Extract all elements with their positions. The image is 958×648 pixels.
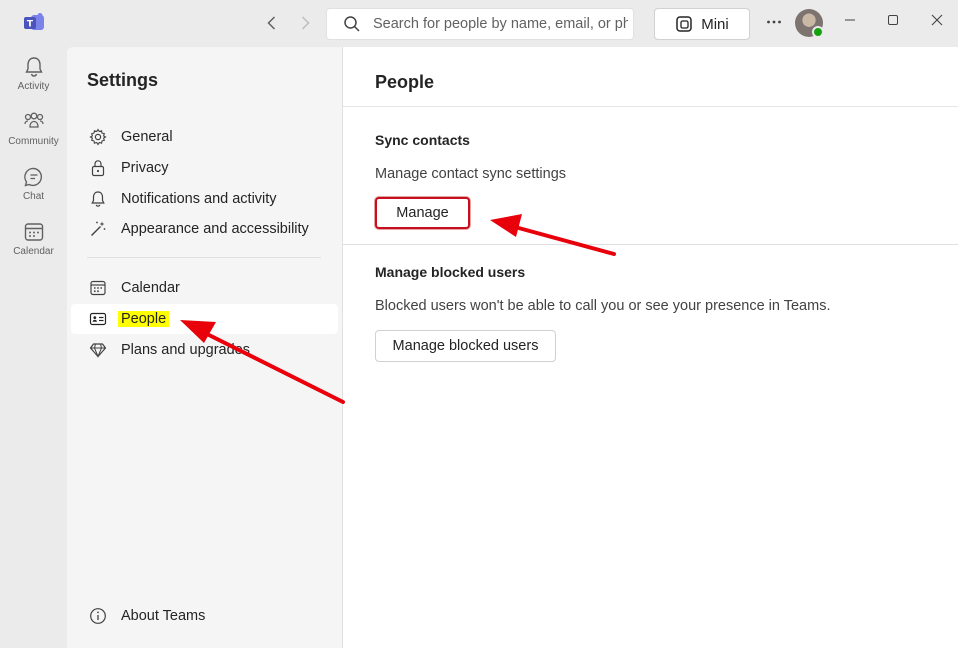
sync-contacts-description: Manage contact sync settings xyxy=(375,166,567,182)
settings-pane: Settings General Privacy Notifications a… xyxy=(67,47,343,648)
close-button[interactable] xyxy=(925,12,949,34)
maximize-button[interactable] xyxy=(881,12,905,34)
teams-logo-icon: T xyxy=(22,12,46,34)
close-icon xyxy=(931,14,943,26)
section-divider xyxy=(343,244,958,245)
blocked-users-title: Manage blocked users xyxy=(375,264,526,280)
diamond-icon xyxy=(89,341,107,359)
settings-item-calendar[interactable]: Calendar xyxy=(71,273,338,303)
settings-item-label: Calendar xyxy=(121,280,180,296)
settings-item-people[interactable]: People xyxy=(71,304,338,334)
mini-button[interactable]: Mini xyxy=(654,8,750,40)
mini-window-icon xyxy=(676,16,692,32)
calendar-icon xyxy=(24,223,43,241)
rail-label: Calendar xyxy=(13,246,54,257)
manage-blocked-users-button[interactable]: Manage blocked users xyxy=(375,330,556,362)
rail-item-calendar[interactable]: Calendar xyxy=(0,220,67,268)
rail-item-activity[interactable]: Activity xyxy=(0,55,67,103)
back-button[interactable] xyxy=(262,13,282,33)
maximize-icon xyxy=(888,15,898,25)
settings-item-plans[interactable]: Plans and upgrades xyxy=(71,335,338,365)
blocked-users-description: Blocked users won't be able to call you … xyxy=(375,298,831,314)
settings-item-label: Privacy xyxy=(121,160,169,176)
manage-button[interactable]: Manage xyxy=(375,197,470,229)
rail-label: Activity xyxy=(17,81,50,92)
bell-icon xyxy=(89,190,107,208)
header-divider xyxy=(343,106,958,107)
settings-item-label: General xyxy=(121,129,173,145)
gear-icon xyxy=(89,128,107,146)
settings-title: Settings xyxy=(87,70,159,90)
chevron-left-icon xyxy=(267,16,276,30)
settings-item-label: Appearance and accessibility xyxy=(121,221,309,237)
magic-wand-icon xyxy=(89,220,107,238)
minimize-button[interactable] xyxy=(838,12,862,34)
settings-item-appearance[interactable]: Appearance and accessibility xyxy=(71,214,338,244)
settings-item-label: About Teams xyxy=(121,608,206,624)
presence-available-icon xyxy=(812,26,824,38)
bell-icon xyxy=(24,57,43,77)
settings-item-privacy[interactable]: Privacy xyxy=(71,153,338,183)
people-settings-content: People Sync contacts Manage contact sync… xyxy=(343,47,958,648)
page-title: People xyxy=(375,72,435,92)
search-box[interactable] xyxy=(326,8,634,40)
app-rail: Activity Community Chat Calendar xyxy=(0,47,67,648)
contact-card-icon xyxy=(89,310,107,328)
settings-item-about[interactable]: About Teams xyxy=(71,601,338,631)
lock-icon xyxy=(89,159,107,177)
settings-item-label: Notifications and activity xyxy=(121,191,277,207)
search-input[interactable] xyxy=(373,16,628,32)
more-options-button[interactable] xyxy=(762,12,786,34)
svg-text:T: T xyxy=(27,20,34,30)
settings-item-label: People xyxy=(118,311,170,327)
settings-item-general[interactable]: General xyxy=(71,122,338,152)
settings-item-label: Plans and upgrades xyxy=(121,342,250,358)
info-icon xyxy=(89,607,107,625)
rail-item-community[interactable]: Community xyxy=(0,110,67,158)
sync-contacts-title: Sync contacts xyxy=(375,132,470,148)
calendar-icon xyxy=(89,279,107,297)
rail-item-chat[interactable]: Chat xyxy=(0,165,67,213)
chevron-right-icon xyxy=(301,16,310,30)
title-bar: T Mini xyxy=(0,0,958,47)
minimize-icon xyxy=(845,19,855,21)
settings-item-notifications[interactable]: Notifications and activity xyxy=(71,184,338,214)
forward-button[interactable] xyxy=(295,13,315,33)
rail-label: Community xyxy=(8,136,59,147)
rail-label: Chat xyxy=(22,191,45,202)
search-icon xyxy=(344,16,360,32)
community-icon xyxy=(23,112,44,128)
settings-divider xyxy=(87,257,321,258)
chat-icon xyxy=(23,167,42,187)
more-horizontal-icon xyxy=(767,20,781,24)
mini-button-label: Mini xyxy=(701,15,729,33)
